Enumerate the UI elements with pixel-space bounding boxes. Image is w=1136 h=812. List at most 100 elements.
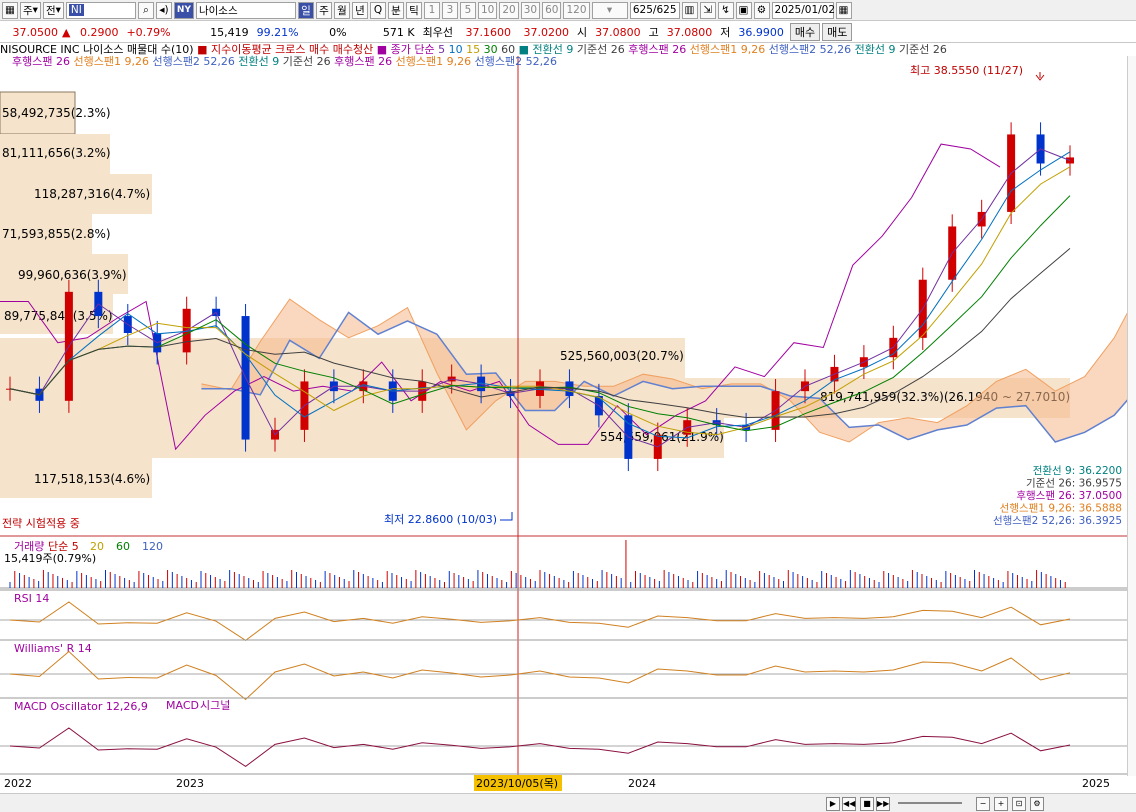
period-select-2[interactable]: 전 ▾ — [42, 1, 64, 19]
search-icon[interactable]: ⌕ — [137, 1, 154, 19]
scroll-end-icon[interactable]: ▶▶ — [876, 797, 890, 811]
count-total: /625 — [652, 4, 677, 16]
chart-area[interactable]: 58,492,735(2.3%) 81,111,656(3.2%) 118,287,… — [0, 42, 1136, 792]
minute-custom[interactable]: ▾ — [591, 1, 628, 19]
legend-item[interactable]: 선행스팬1 9,26 — [690, 44, 769, 56]
volume-value: 15,419 — [210, 25, 249, 39]
stop-icon[interactable]: ■ — [860, 797, 874, 811]
name-input[interactable]: 나이소스 — [195, 1, 296, 19]
x-axis-label: 2024 — [628, 777, 656, 790]
legend-item[interactable]: 전환선 9 — [238, 55, 282, 68]
legend-item[interactable]: 선행스팬1 9,26 — [73, 55, 152, 68]
volume-profile-label: 525,560,003(20.7%) — [560, 349, 684, 363]
right-scrollbar[interactable] — [1127, 56, 1136, 776]
date-input[interactable]: 2025/01/02 — [771, 1, 835, 19]
minute-1[interactable]: 1 — [423, 1, 440, 19]
low-label: 저 — [720, 26, 731, 39]
legend-item[interactable]: 후행스팬 26 — [334, 55, 395, 68]
minute-5[interactable]: 5 — [459, 1, 476, 19]
zoom-out-icon[interactable]: − — [976, 797, 990, 811]
minute-3[interactable]: 3 — [441, 1, 458, 19]
minute-120[interactable]: 120 — [563, 1, 590, 19]
volume-profile-label: 81,111,656(3.2%) — [2, 146, 111, 160]
minute-10[interactable]: 10 — [477, 1, 498, 19]
indicator-icon[interactable]: ⇲ — [699, 1, 716, 19]
speaker-icon[interactable]: ◂) — [155, 1, 172, 19]
legend-item[interactable]: 선행스팬2 52,26 — [475, 55, 557, 68]
period-tick[interactable]: 틱 — [405, 1, 422, 19]
draw-icon[interactable]: ↯ — [717, 1, 734, 19]
x-axis-label: 2025 — [1082, 777, 1110, 790]
volume-value-label: 15,419주(0.79%) — [4, 552, 96, 565]
legend-item[interactable]: 기준선 26 — [283, 55, 334, 68]
period-minute[interactable]: 분 — [387, 1, 404, 19]
minute-30[interactable]: 30 — [520, 1, 541, 19]
scroll-right-icon[interactable]: ▶ — [826, 797, 840, 811]
x-axis-label: 2023/10/05(목) — [476, 777, 558, 790]
period-select-value: 주 — [23, 4, 33, 17]
buy-button[interactable]: 매수 — [789, 23, 821, 41]
rsi-line — [9, 601, 1071, 642]
high-marker-icon — [1035, 72, 1045, 81]
best-label: 최우선 — [422, 26, 453, 39]
volume-profile-label: 58,492,735(2.3%) — [2, 106, 111, 120]
up-arrow-icon: ▲ — [62, 25, 71, 39]
count-input[interactable]: 625/625 — [629, 1, 680, 19]
minute-60[interactable]: 60 — [542, 1, 562, 19]
period-quarter[interactable]: Q — [369, 1, 386, 19]
williams-line — [9, 650, 1071, 701]
volume-pct: 0% — [329, 25, 347, 39]
legend-item[interactable]: 선행스팬2 52,26 — [769, 44, 855, 56]
williams-label: Williams' R 14 — [14, 642, 92, 655]
price-chart[interactable]: 58,492,735(2.3%) 81,111,656(3.2%) 118,287,… — [0, 42, 1136, 792]
fit-icon[interactable]: ⊡ — [1012, 797, 1026, 811]
legend-item[interactable]: 기준선 26 — [899, 44, 947, 56]
chart-toolbar: ▦ 주 ▾ 전 ▾ NI ⌕ ◂) NY 나이소스 일 주 월 년 Q 분 틱 1 … — [0, 0, 1136, 21]
period-year[interactable]: 년 — [351, 1, 368, 19]
legend-item[interactable]: 후행스팬 26 — [628, 44, 689, 56]
count-value: 625 — [632, 4, 653, 16]
strategy-label: 전략 시험적용 중 — [2, 517, 80, 530]
settings-small-icon[interactable]: ⚙ — [1030, 797, 1044, 811]
minute-20[interactable]: 20 — [499, 1, 519, 19]
volume-legend-item: 120 — [142, 540, 163, 553]
macd-line — [9, 727, 1071, 768]
sell-button[interactable]: 매도 — [822, 23, 853, 41]
calendar-icon[interactable]: ▦ — [835, 1, 852, 19]
x-axis-label: 2022 — [4, 777, 32, 790]
legend-item[interactable]: 기준선 26 — [577, 44, 628, 56]
ichimoku-value: 선행스팬1 9,26: 36.5888 — [1000, 503, 1122, 515]
best-ask: 37.1600 — [465, 25, 511, 39]
legend-item[interactable]: 선행스팬1 9,26 — [396, 55, 475, 68]
amount-value: 571 K — [382, 25, 415, 39]
legend-item[interactable]: 후행스팬 26 — [12, 55, 73, 68]
high-value: 37.0800 — [666, 25, 713, 39]
zoom-slider[interactable] — [898, 802, 962, 804]
gear-icon[interactable]: ⚙ — [753, 1, 770, 19]
period-week[interactable]: 주 — [315, 1, 332, 19]
ichimoku-value: 선행스팬2 52,26: 36.3925 — [993, 515, 1122, 527]
grid-icon[interactable]: ▦ — [2, 1, 18, 19]
macd-legend: MACD — [166, 699, 199, 712]
period-day[interactable]: 일 — [297, 1, 314, 19]
code-input[interactable]: NI — [65, 1, 136, 19]
period-select[interactable]: 주 ▾ — [20, 1, 41, 19]
save-icon[interactable]: ▣ — [735, 1, 752, 19]
volume-profile-label: 118,287,316(4.7%) — [34, 187, 150, 201]
code-input-value: NI — [68, 4, 84, 16]
ichimoku-value: 전환선 9: 36.2200 — [1033, 465, 1122, 477]
ichimoku-value: 기준선 26: 36.9575 — [1026, 478, 1122, 490]
volume-legend-item: 60 — [116, 540, 130, 553]
scroll-start-icon[interactable]: ◀◀ — [842, 797, 856, 811]
chart-type-icon[interactable]: ▥ — [681, 1, 698, 19]
signal-legend: 시그널 — [200, 699, 230, 712]
zoom-in-icon[interactable]: + — [994, 797, 1008, 811]
volume-profile-label: 99,960,636(3.9%) — [18, 268, 127, 282]
bottom-bar: ▶ ◀◀ ■ ▶▶ − + ⊡ ⚙ — [0, 793, 1136, 812]
macd-label: MACD Oscillator 12,26,9 — [14, 700, 148, 713]
legend-item[interactable]: 선행스팬2 52,26 — [152, 55, 238, 68]
period-month[interactable]: 월 — [333, 1, 350, 19]
market-code-badge: NY — [173, 1, 194, 19]
legend-item[interactable]: 전환선 9 — [855, 44, 899, 56]
volume-profile-label: 71,593,855(2.8%) — [2, 227, 111, 241]
